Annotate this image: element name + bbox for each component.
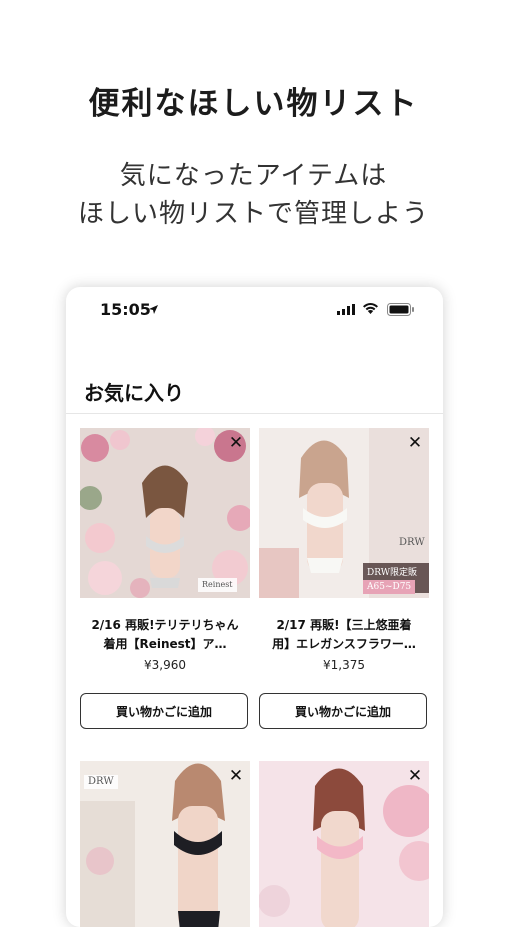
remove-favorite-close-icon[interactable]: ✕ <box>405 766 425 786</box>
product-image[interactable]: DRW限定販売 A65~D75 DRW <box>259 428 429 598</box>
product-title: 2/16 再販!テリテリちゃん 着用【Reinest】ア… <box>80 616 250 654</box>
status-bar: 15:05 <box>66 287 443 333</box>
product-title: 2/17 再販!【三上悠亜着 用】エレガンスフラワー… <box>259 616 429 654</box>
product-title-line-1: 2/17 再販!【三上悠亜着 <box>276 618 412 632</box>
image-badge-bottom: A65~D75 <box>363 580 416 594</box>
section-divider <box>66 413 443 414</box>
product-photo-pink-lingerie <box>259 761 429 927</box>
product-price: ¥1,375 <box>323 658 365 672</box>
product-photo-floral <box>80 428 250 598</box>
wifi-icon <box>363 303 378 314</box>
battery-icon <box>387 303 414 316</box>
add-to-cart-button[interactable]: 買い物かごに追加 <box>80 693 248 729</box>
favorites-title: お気に入り <box>84 381 184 405</box>
image-brand-text: Reinest <box>198 578 237 592</box>
promo-headline: 便利なほしい物リスト <box>88 86 419 122</box>
product-price: ¥3,960 <box>144 658 186 672</box>
add-to-cart-button[interactable]: 買い物かごに追加 <box>259 693 427 729</box>
status-time: 15:05 <box>100 300 151 319</box>
product-title-line-2: 用】エレガンスフラワー… <box>272 637 416 651</box>
image-brand-text: DRW <box>399 537 425 548</box>
remove-favorite-close-icon[interactable]: ✕ <box>226 766 246 786</box>
image-brand-text: DRW <box>84 775 118 789</box>
product-image[interactable]: DRW <box>80 761 250 927</box>
phone-screen: 15:05 お気に入り Reinest ✕ 2/16 再販!テリテリちゃん 着用… <box>66 287 443 927</box>
cellular-signal-icon <box>337 304 355 315</box>
promo-subline-2: ほしい物リストで管理しよう <box>77 199 429 229</box>
product-image[interactable] <box>259 761 429 927</box>
product-image[interactable]: Reinest <box>80 428 250 598</box>
remove-favorite-close-icon[interactable]: ✕ <box>405 433 425 453</box>
product-title-line-2: 着用【Reinest】ア… <box>103 637 227 651</box>
product-title-line-1: 2/16 再販!テリテリちゃん <box>91 618 239 632</box>
remove-favorite-close-icon[interactable]: ✕ <box>226 433 246 453</box>
location-arrow-icon <box>149 305 158 314</box>
promo-subline-1: 気になったアイテムは <box>119 161 388 191</box>
